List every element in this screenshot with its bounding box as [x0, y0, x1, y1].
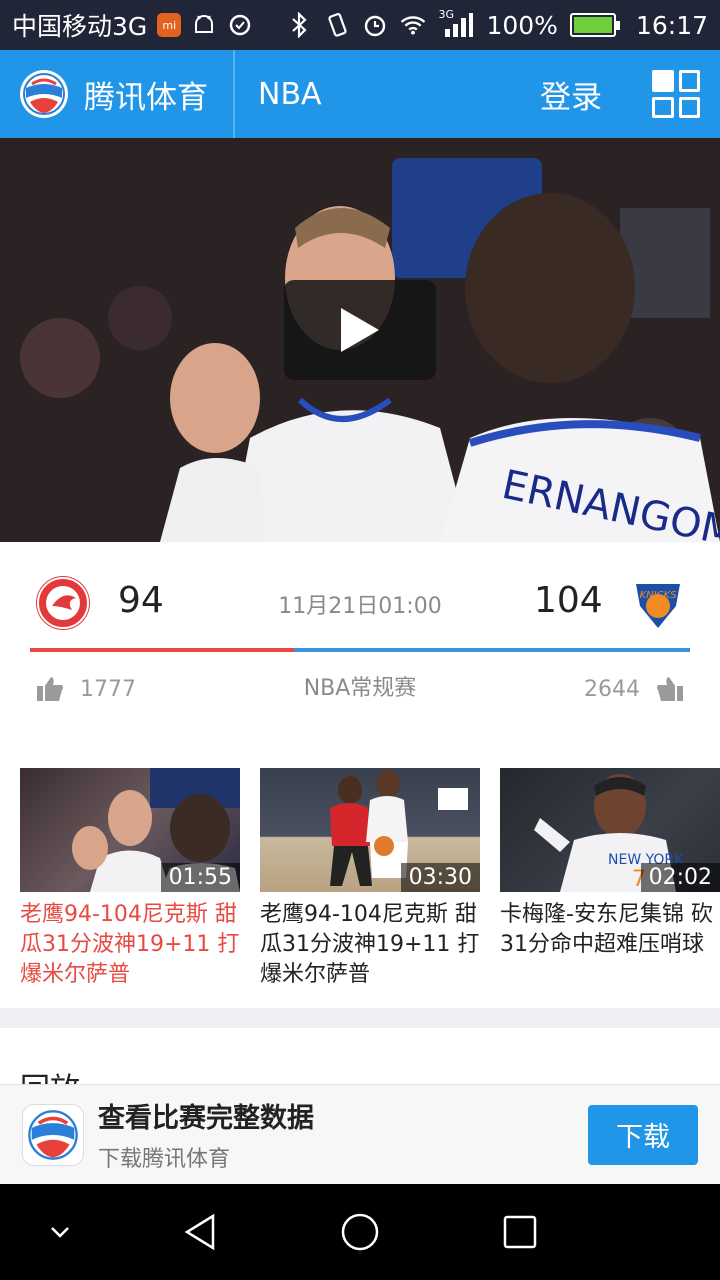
battery-percent: 100% [486, 10, 558, 40]
svg-text:KNICKS: KNICKS [640, 590, 678, 601]
play-icon [341, 308, 379, 352]
clock: 16:17 [635, 10, 708, 40]
home-support-bar [30, 648, 294, 652]
menu-grid-icon[interactable] [652, 70, 700, 118]
play-button[interactable] [284, 280, 436, 380]
thumbs-up-icon [37, 677, 63, 701]
section-divider [0, 1008, 720, 1028]
battery-icon [569, 13, 620, 37]
bluetooth-icon [286, 12, 312, 38]
android-icon [191, 12, 217, 38]
away-support-bar [294, 648, 690, 652]
grid-cell [678, 70, 700, 92]
wifi-icon [400, 12, 426, 38]
away-like-count: 2644 [584, 676, 640, 702]
brand-home-link[interactable]: 腾讯体育 [0, 50, 235, 138]
related-videos: 01:55 老鹰94-104尼克斯 甜瓜31分波神19+11 打爆米尔萨普 03… [20, 768, 720, 998]
home-icon[interactable] [340, 1212, 380, 1252]
chevron-down-icon[interactable] [40, 1212, 80, 1252]
video-title[interactable]: 卡梅隆-安东尼集锦 砍31分命中超难压哨球 [500, 900, 720, 990]
video-duration: 01:55 [160, 863, 240, 892]
tencent-sports-logo-icon [20, 70, 68, 118]
carrier-label: 中国移动3G [12, 12, 148, 41]
away-like-button[interactable]: 2644 [584, 676, 684, 702]
video-title[interactable]: 老鹰94-104尼克斯 甜瓜31分波神19+11 打爆米尔萨普 [20, 900, 240, 990]
video-duration: 02:02 [640, 863, 720, 892]
section-title[interactable]: NBA [258, 77, 322, 112]
alarm-icon [362, 12, 388, 38]
download-banner[interactable]: 查看比赛完整数据 下载腾讯体育 下载 [0, 1084, 720, 1184]
back-icon[interactable] [180, 1212, 220, 1252]
video-title[interactable]: 老鹰94-104尼克斯 甜瓜31分波神19+11 打爆米尔萨普 [260, 900, 480, 990]
replay-section-title: 回放 [20, 1064, 80, 1086]
download-button[interactable]: 下载 [588, 1104, 698, 1165]
battery-level [573, 17, 612, 33]
signal-icon: 3G [438, 8, 474, 38]
grid-cell [652, 96, 674, 118]
banner-subtitle: 下载腾讯体育 [98, 1147, 231, 1172]
related-video-item[interactable]: 03:30 老鹰94-104尼克斯 甜瓜31分波神19+11 打爆米尔萨普 [260, 768, 480, 998]
video-thumbnail[interactable]: 03:30 [260, 768, 480, 892]
related-video-item[interactable]: 01:55 老鹰94-104尼克斯 甜瓜31分波神19+11 打爆米尔萨普 [20, 768, 240, 998]
match-scoreboard: 94 11月21日01:00 104 KNICKS NBA常规赛 1777 26… [0, 542, 720, 742]
grid-cell [652, 70, 674, 92]
tencent-sports-app-icon [22, 1103, 84, 1166]
video-thumbnail[interactable]: 01:55 [20, 768, 240, 892]
home-like-count: 1777 [80, 676, 136, 702]
related-video-item[interactable]: NEW YORK 7 02:02 卡梅隆-安东尼集锦 砍31分命中超难压哨球 [500, 768, 720, 998]
brand-name: 腾讯体育 [84, 79, 208, 116]
banner-text: 查看比赛完整数据 下载腾讯体育 [98, 1096, 314, 1173]
system-nav-bar [0, 1184, 720, 1280]
home-like-button[interactable]: 1777 [36, 676, 136, 702]
mi-icon: mi [157, 13, 182, 37]
status-bar: 中国移动3G mi 3G 100% 16:17 [0, 0, 720, 50]
login-button[interactable]: 登录 [540, 72, 602, 117]
video-player[interactable]: ERNANGOME [0, 138, 720, 542]
app-header: 腾讯体育 NBA 登录 [0, 50, 720, 138]
sync-icon [227, 12, 253, 38]
video-duration: 03:30 [400, 863, 480, 892]
match-time: 11月21日01:00 [278, 594, 442, 619]
video-thumbnail[interactable]: NEW YORK 7 02:02 [500, 768, 720, 892]
vibrate-icon [324, 12, 350, 38]
knicks-logo-icon[interactable]: KNICKS [630, 576, 684, 630]
network-type: 3G [438, 8, 454, 21]
thumbs-up-icon [657, 677, 683, 701]
away-score: 104 [534, 580, 603, 621]
recent-apps-icon[interactable] [500, 1212, 540, 1252]
banner-title: 查看比赛完整数据 [98, 1103, 314, 1134]
grid-cell [678, 96, 700, 118]
